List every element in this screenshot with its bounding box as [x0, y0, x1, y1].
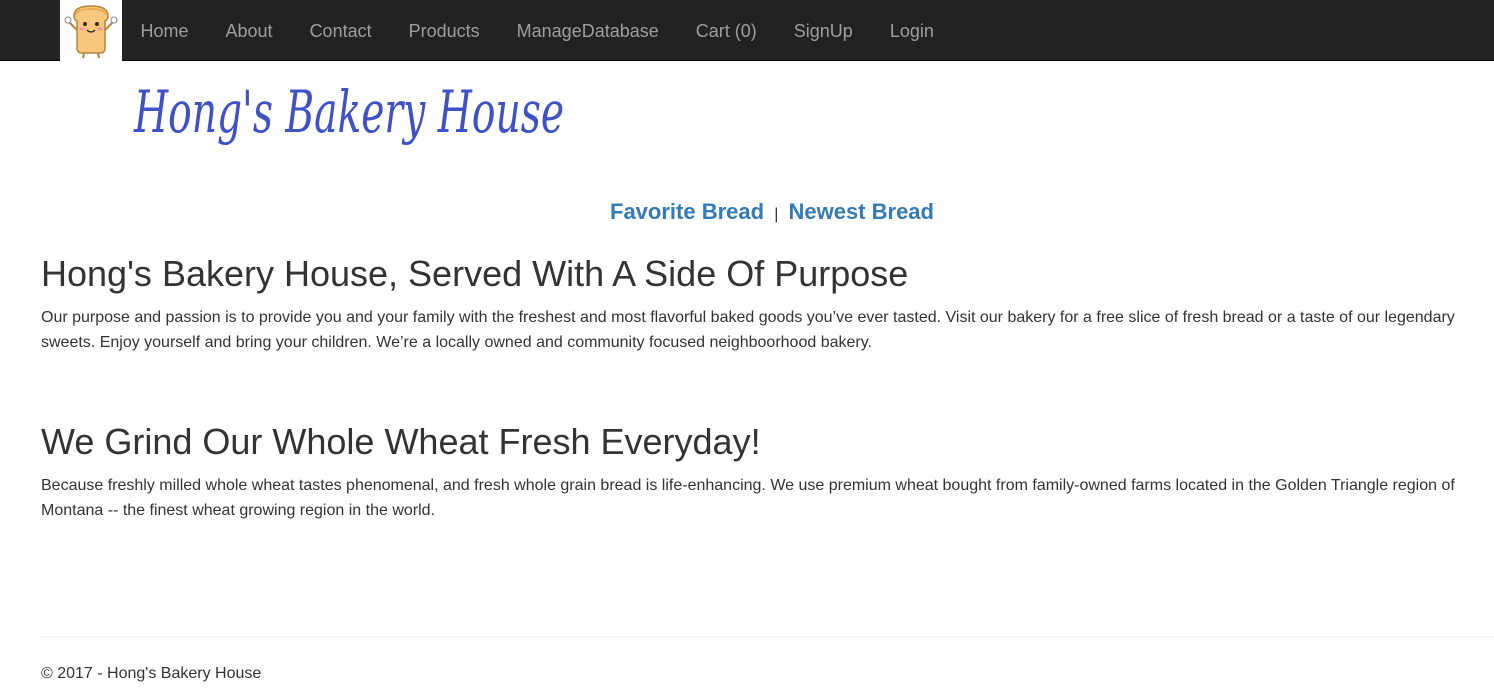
- nav-about-link[interactable]: About: [207, 2, 291, 60]
- top-navbar: Home About Contact Products ManageDataba…: [0, 0, 1494, 61]
- purpose-section: Hong's Bakery House, Served With A Side …: [41, 250, 1481, 355]
- newest-bread-link[interactable]: Newest Bread: [788, 199, 934, 224]
- nav-contact-link[interactable]: Contact: [291, 2, 390, 60]
- purpose-heading: Hong's Bakery House, Served With A Side …: [41, 253, 909, 294]
- footer-divider: [41, 636, 1494, 637]
- purpose-text: Our purpose and passion is to provide yo…: [41, 309, 1455, 351]
- banner-title: Hong's Bakery House: [133, 78, 564, 146]
- whole-wheat-text: Because freshly milled whole wheat taste…: [41, 477, 1455, 519]
- nav-signup-link[interactable]: SignUp: [775, 2, 871, 60]
- footer-copyright: © 2017 - Hong's Bakery House: [41, 665, 262, 682]
- bakery-banner-logo: Hong's Bakery House: [130, 62, 590, 172]
- nav-login-link[interactable]: Login: [871, 2, 952, 60]
- nav-menu: Home About Contact Products ManageDataba…: [122, 0, 952, 61]
- bread-links: Favorite Bread | Newest Bread: [0, 199, 1494, 225]
- whole-wheat-section: We Grind Our Whole Wheat Fresh Everyday!…: [41, 418, 1481, 523]
- bread-links-separator: |: [774, 206, 779, 223]
- whole-wheat-heading: We Grind Our Whole Wheat Fresh Everyday!: [41, 421, 761, 462]
- main-content: Hong's Bakery House, Served With A Side …: [41, 250, 1481, 523]
- favorite-bread-link[interactable]: Favorite Bread: [610, 199, 764, 224]
- nav-home-link[interactable]: Home: [122, 2, 207, 60]
- nav-cart-link[interactable]: Cart (0): [677, 2, 775, 60]
- bread-mascot-icon[interactable]: [60, 0, 122, 61]
- nav-manage-database-link[interactable]: ManageDatabase: [498, 2, 677, 60]
- nav-products-link[interactable]: Products: [390, 2, 498, 60]
